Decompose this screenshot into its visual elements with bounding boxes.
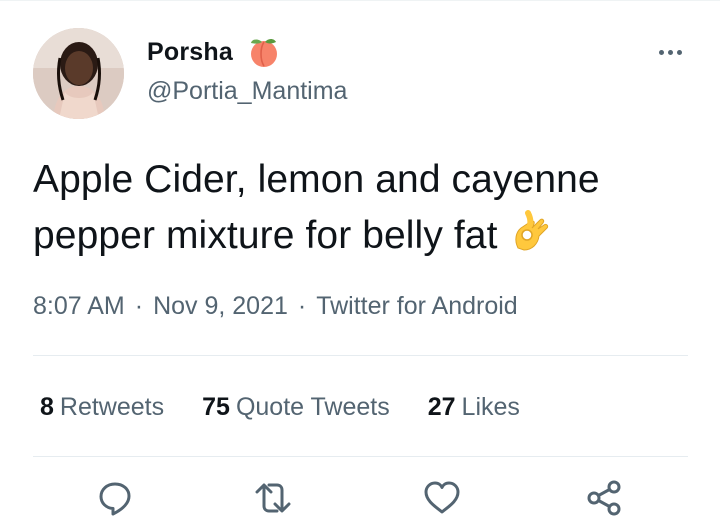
- tweet-text-line-2-content: pepper mixture for belly fat: [33, 214, 498, 257]
- tweet-source[interactable]: Twitter for Android: [316, 292, 517, 320]
- like-icon: [424, 481, 460, 514]
- tweet-text-line-2: pepper mixture for belly fat: [33, 208, 693, 264]
- tweet-actions-bar: [0, 478, 720, 518]
- stats-top-divider: [33, 355, 688, 356]
- ok-hand-emoji-icon: [514, 210, 548, 251]
- likes-stat[interactable]: 27 Likes: [428, 391, 520, 423]
- like-button[interactable]: [422, 478, 462, 518]
- retweets-stat[interactable]: 8 Retweets: [40, 391, 164, 423]
- share-icon: [587, 480, 621, 516]
- tweet-date[interactable]: Nov 9, 2021: [153, 292, 288, 320]
- tweet-metadata: 8:07 AM · Nov 9, 2021 · Twitter for Android: [33, 290, 518, 322]
- more-icon-dot: [667, 49, 673, 55]
- engagement-stats: 8 Retweets 75 Quote Tweets 27 Likes: [40, 391, 520, 423]
- meta-separator: ·: [134, 292, 144, 320]
- more-icon: [658, 49, 664, 55]
- tweet-time[interactable]: 8:07 AM: [33, 292, 125, 320]
- quote-tweets-stat[interactable]: 75 Quote Tweets: [202, 391, 390, 423]
- avatar[interactable]: [33, 28, 124, 119]
- retweet-button[interactable]: [253, 478, 293, 518]
- peach-emoji-icon: [251, 39, 277, 67]
- likes-count: 27: [427, 393, 456, 421]
- reply-icon: [99, 482, 131, 516]
- reply-button[interactable]: [95, 478, 135, 518]
- tweet-text-line-1: Apple Cider, lemon and cayenne: [33, 158, 600, 201]
- actions-top-divider: [33, 456, 688, 457]
- tweet-text: Apple Cider, lemon and cayenne pepper mi…: [33, 152, 693, 264]
- quote-tweets-label: Quote Tweets: [235, 393, 390, 421]
- retweets-count: 8: [40, 393, 54, 421]
- top-divider: [0, 0, 720, 1]
- user-handle[interactable]: @Portia_Mantima: [147, 76, 347, 106]
- more-icon-dot: [676, 49, 682, 55]
- retweet-icon: [255, 483, 291, 513]
- quote-tweets-count: 75: [202, 393, 230, 421]
- share-button[interactable]: [584, 478, 624, 518]
- avatar-photo: [33, 28, 124, 119]
- display-name[interactable]: Porsha: [147, 37, 233, 67]
- more-options-button[interactable]: [650, 40, 690, 64]
- retweets-label: Retweets: [59, 393, 165, 421]
- likes-label: Likes: [461, 393, 520, 421]
- meta-separator: ·: [297, 292, 307, 320]
